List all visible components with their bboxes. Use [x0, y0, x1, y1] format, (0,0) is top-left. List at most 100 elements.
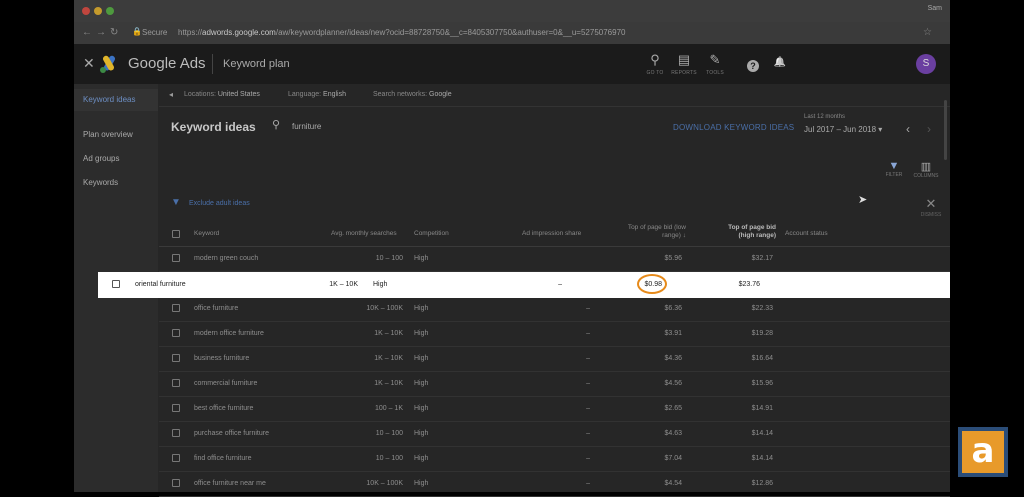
reload-icon[interactable]: ↻	[110, 27, 118, 38]
browser-tab-bar: Sam	[74, 0, 950, 22]
close-window-button[interactable]	[82, 7, 90, 15]
bid-high-cell: $14.91	[751, 405, 773, 412]
row-checkbox[interactable]	[172, 404, 180, 412]
secure-label: Secure	[142, 28, 168, 37]
impression-share-cell: –	[586, 430, 590, 437]
col-bid-low[interactable]: Top of page bid (low range) ↓	[614, 224, 686, 240]
table-row[interactable]: office furniture 10K – 100K High – $6.36 $22.…	[159, 296, 950, 322]
search-icon[interactable]: ⚲ GO TO	[642, 52, 668, 76]
select-all-checkbox[interactable]	[172, 230, 180, 238]
impression-share-cell: –	[586, 405, 590, 412]
maximize-window-button[interactable]	[106, 7, 114, 15]
competition-cell: High	[414, 430, 429, 437]
minimize-window-button[interactable]	[94, 7, 102, 15]
bid-low-cell: $2.65	[664, 405, 682, 412]
adult-ideas-filter[interactable]: ▼ Exclude adult ideas ✕ DISMISS	[159, 192, 950, 218]
keyword-cell: office furniture near me	[194, 480, 266, 487]
browser-user[interactable]: Sam	[928, 5, 942, 12]
nav-item-keyword-ideas[interactable]: Keyword ideas	[74, 89, 158, 111]
bid-high-cell: $19.28	[751, 330, 773, 337]
forward-arrow-icon[interactable]: →	[96, 27, 106, 38]
columns-button[interactable]: ▥ COLUMNS	[911, 160, 941, 179]
col-avg-monthly-searches[interactable]: Avg. monthly searches	[331, 230, 397, 237]
page-scrollbar[interactable]	[944, 100, 947, 160]
bid-low-cell: $7.04	[664, 455, 682, 462]
bid-low-cell: $5.96	[664, 255, 682, 262]
bid-low-cell: $6.36	[664, 305, 682, 312]
competition-cell: High	[414, 255, 429, 262]
highlighted-keyword-row[interactable]: oriental furniture 1K – 10K High – $0.98…	[98, 272, 950, 298]
row-checkbox[interactable]	[112, 280, 120, 288]
row-checkbox[interactable]	[172, 354, 180, 362]
keyword-cell: best office furniture	[194, 405, 254, 412]
impression-share-cell: –	[586, 480, 590, 487]
bid-low-cell: $4.56	[664, 380, 682, 387]
bid-low-cell: $0.98	[644, 281, 662, 288]
table-row[interactable]: modern office furniture 1K – 10K High – $3.9…	[159, 321, 950, 347]
table-row[interactable]: commercial furniture 1K – 10K High – $4.56 $1…	[159, 371, 950, 397]
searches-cell: 10 – 100	[375, 430, 403, 437]
impression-share-cell: –	[586, 330, 590, 337]
row-checkbox[interactable]	[172, 304, 180, 312]
row-checkbox[interactable]	[172, 379, 180, 387]
lock-icon: 🔒	[132, 27, 142, 36]
competition-cell: High	[414, 305, 429, 312]
bid-low-cell: $4.54	[664, 480, 682, 487]
keyword-cell: commercial furniture	[194, 380, 258, 387]
bell-icon[interactable]: 🔔	[767, 57, 793, 68]
competition-cell: High	[414, 380, 429, 387]
impression-share-cell: –	[558, 281, 562, 288]
row-checkbox[interactable]	[172, 479, 180, 487]
tools-icon[interactable]: ✎ TOOLS	[702, 52, 728, 76]
searches-cell: 1K – 10K	[329, 281, 358, 288]
row-checkbox[interactable]	[172, 254, 180, 262]
col-keyword[interactable]: Keyword	[194, 230, 219, 237]
account-avatar[interactable]: S	[916, 54, 936, 74]
adult-ideas-label: Exclude adult ideas	[189, 200, 250, 207]
table-row[interactable]: find office furniture 10 – 100 High – $7.04 $…	[159, 446, 950, 472]
filter-funnel-icon: ▼	[171, 197, 181, 208]
bid-high-cell: $12.86	[751, 480, 773, 487]
nav-item-plan-overview[interactable]: Plan overview	[74, 124, 158, 146]
bookmark-star-icon[interactable]: ☆	[923, 27, 932, 38]
bid-high-cell: $14.14	[751, 430, 773, 437]
table-row[interactable]: modern green couch 10 – 100 High $5.96 $32.1…	[159, 246, 950, 272]
nav-item-keywords[interactable]: Keywords	[74, 172, 158, 194]
searches-cell: 10 – 100	[375, 255, 403, 262]
table-row[interactable]: business furniture 1K – 10K High – $4.36 $16.…	[159, 346, 950, 372]
reports-icon[interactable]: ▤ REPORTS	[671, 52, 697, 76]
table-header: Keyword Avg. monthly searches Competitio…	[159, 222, 950, 247]
keyword-cell: business furniture	[194, 355, 250, 362]
competition-cell: High	[414, 405, 429, 412]
close-icon[interactable]: ✕	[83, 55, 95, 72]
nav-item-ad-groups[interactable]: Ad groups	[74, 148, 158, 170]
browser-url-bar: ← → ↻ 🔒 Secure https://adwords.google.co…	[74, 22, 950, 45]
bid-low-cell: $4.36	[664, 355, 682, 362]
col-bid-high[interactable]: Top of page bid (high range)	[714, 224, 776, 240]
row-checkbox[interactable]	[172, 329, 180, 337]
col-competition[interactable]: Competition	[414, 230, 449, 237]
keyword-cell: find office furniture	[194, 455, 252, 462]
col-ad-impression-share[interactable]: Ad impression share	[522, 230, 581, 237]
dismiss-filter-button[interactable]: ✕ DISMISS	[919, 196, 943, 218]
col-account-status[interactable]: Account status	[785, 230, 828, 237]
back-arrow-icon[interactable]: ←	[82, 27, 92, 38]
keyword-cell: purchase office furniture	[194, 430, 269, 437]
help-icon[interactable]: ?	[740, 57, 766, 72]
searches-cell: 100 – 1K	[374, 405, 403, 412]
google-ads-logo	[100, 55, 115, 73]
url-scheme: https://	[178, 28, 203, 37]
url-text[interactable]: https://adwords.google.com/aw/keywordpla…	[178, 28, 625, 37]
competition-cell: High	[414, 355, 429, 362]
address-bar[interactable]: 🔒 Secure https://adwords.google.com/aw/k…	[128, 26, 918, 40]
keyword-cell: modern office furniture	[194, 330, 264, 337]
row-checkbox[interactable]	[172, 429, 180, 437]
impression-share-cell: –	[586, 355, 590, 362]
row-checkbox[interactable]	[172, 454, 180, 462]
table-row[interactable]: best office furniture 100 – 1K High – $2.65 $…	[159, 396, 950, 422]
table-row[interactable]: office furniture near me 10K – 100K High – $…	[159, 471, 950, 497]
table-row[interactable]: purchase office furniture 10 – 100 High – $4…	[159, 421, 950, 447]
filter-button[interactable]: ▼ FILTER	[879, 160, 909, 178]
impression-share-cell: –	[586, 455, 590, 462]
watermark-logo: a	[958, 427, 1008, 477]
